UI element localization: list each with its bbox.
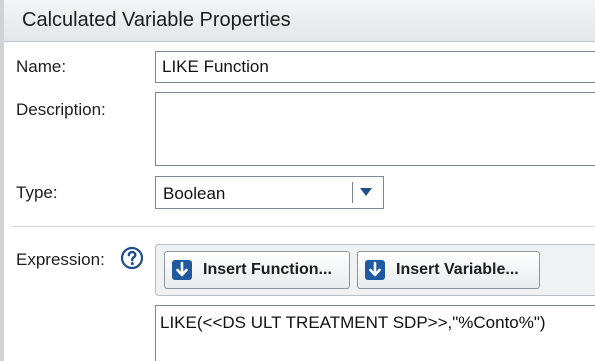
expression-label: Expression:: [16, 250, 105, 269]
name-field[interactable]: [155, 51, 595, 83]
insert-arrow-icon: [172, 260, 192, 280]
calculated-variable-properties-dialog: Calculated Variable Properties Name: Des…: [0, 0, 595, 361]
help-circle-icon[interactable]: [120, 246, 144, 270]
type-select[interactable]: Boolean: [155, 176, 384, 209]
description-label: Description:: [16, 100, 106, 119]
dialog-title-bar[interactable]: Calculated Variable Properties: [4, 0, 595, 42]
description-field[interactable]: [155, 92, 595, 166]
name-label: Name:: [16, 57, 67, 76]
dialog-title: Calculated Variable Properties: [22, 9, 291, 31]
insert-arrow-icon: [365, 260, 385, 280]
type-label: Type:: [16, 183, 58, 202]
section-divider: [12, 226, 595, 227]
dialog-left-border: [0, 0, 4, 361]
expression-editor[interactable]: LIKE(<<DS ULT TREATMENT SDP>>,"%Conto%"): [155, 305, 595, 361]
insert-function-label: Insert Function...: [203, 261, 332, 278]
insert-variable-button[interactable]: Insert Variable...: [357, 251, 540, 289]
type-select-value: Boolean: [163, 184, 226, 203]
select-divider: [352, 182, 353, 203]
chevron-down-icon[interactable]: [360, 188, 372, 196]
insert-function-button[interactable]: Insert Function...: [164, 251, 350, 289]
insert-variable-label: Insert Variable...: [396, 261, 519, 278]
